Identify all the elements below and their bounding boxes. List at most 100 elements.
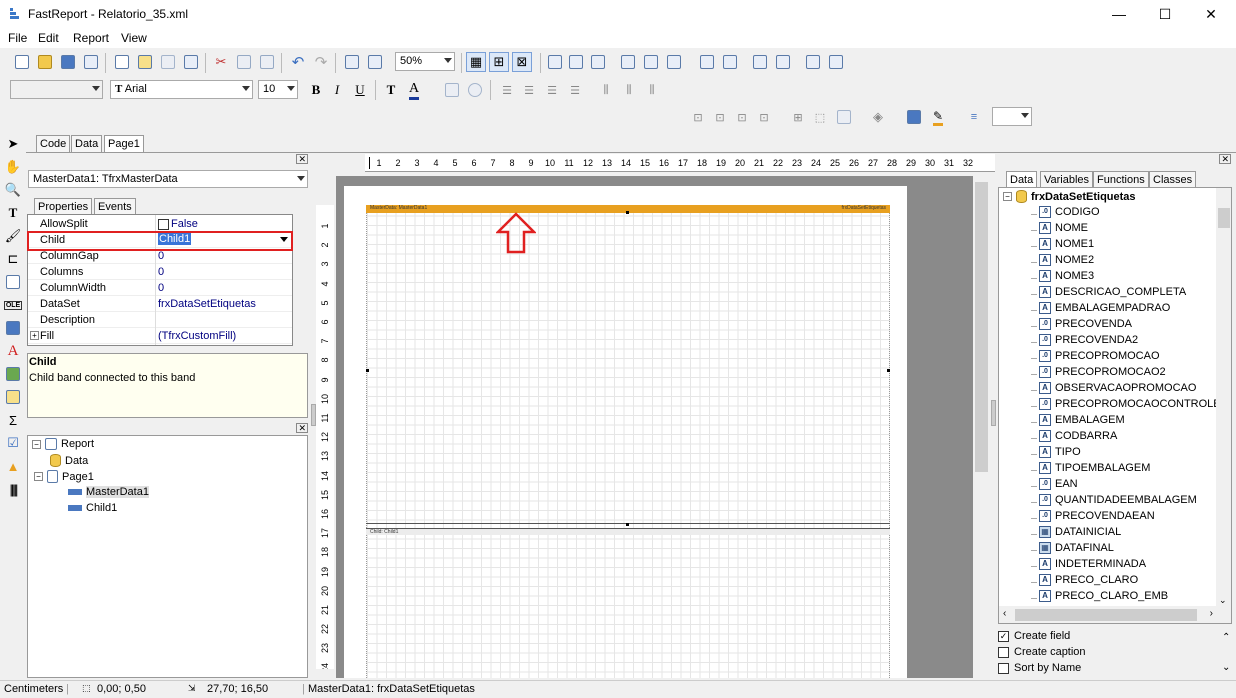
scroll-down-icon[interactable]: ⌄ xyxy=(1219,595,1227,606)
same-height-button[interactable] xyxy=(826,52,846,72)
resize-handle[interactable] xyxy=(626,523,629,526)
close-icon[interactable]: ✕ xyxy=(296,154,308,164)
frame-width-combo[interactable] xyxy=(992,107,1032,126)
field-item[interactable]: A TIPO xyxy=(1039,446,1081,458)
text-tool-button[interactable]: T xyxy=(4,204,22,222)
tab-variables[interactable]: Variables xyxy=(1040,171,1094,188)
format-painter-button[interactable]: 🖌 xyxy=(4,227,22,245)
field-item[interactable]: A PRECO_CLARO_EMB xyxy=(1039,590,1168,602)
tab-code[interactable]: Code xyxy=(36,135,71,152)
collapse-icon[interactable]: − xyxy=(32,439,41,449)
tree-item-data[interactable]: Data xyxy=(50,454,88,467)
ole-object-button[interactable]: OLE xyxy=(3,296,23,314)
new-report-button[interactable] xyxy=(12,52,32,72)
hand-tool-button[interactable]: ✋ xyxy=(4,158,22,176)
field-item[interactable]: .0 CODIGO xyxy=(1039,206,1100,218)
tree-item-report[interactable]: − Report xyxy=(32,438,94,450)
menu-file[interactable]: File xyxy=(8,31,27,45)
field-item[interactable]: .0 QUANTIDADEEMBALAGEM xyxy=(1039,494,1197,506)
tab-data[interactable]: Data xyxy=(71,135,103,152)
frame-bottom-button[interactable]: ⊡ xyxy=(710,107,730,127)
style-combo[interactable] xyxy=(10,80,103,99)
rotation-button[interactable] xyxy=(465,80,485,100)
object-selector-combo[interactable]: MasterData1: TfrxMasterData xyxy=(28,170,308,188)
chevron-up-icon[interactable]: ⌃ xyxy=(1222,632,1230,643)
undo-button[interactable]: ↶ xyxy=(288,52,308,72)
space-vert-button[interactable] xyxy=(720,52,740,72)
italic-button[interactable]: I xyxy=(327,80,347,100)
minimize-button[interactable]: — xyxy=(1096,0,1142,29)
create-caption-option[interactable]: Create caption xyxy=(998,646,1086,658)
property-scrollbar[interactable] xyxy=(293,214,308,346)
text-align-center-button[interactable]: ☰ xyxy=(519,80,539,100)
font-size-combo[interactable]: 10 xyxy=(258,80,298,99)
sort-by-name-option[interactable]: Sort by Name xyxy=(998,662,1081,674)
design-workspace[interactable]: MasterData: MasterData1 frxDataSetEtique… xyxy=(336,176,990,678)
child-band-header[interactable]: Child: Child1 xyxy=(366,528,890,535)
tree-item-page1[interactable]: − Page1 xyxy=(32,470,94,483)
scrollbar-thumb[interactable] xyxy=(1015,609,1197,621)
field-item[interactable]: A PRECO_CLARO xyxy=(1039,574,1138,586)
band-tool-button[interactable]: ⊏ xyxy=(4,250,22,268)
fill-edit-button[interactable] xyxy=(904,107,924,127)
close-button[interactable]: ✕ xyxy=(1188,0,1234,29)
field-item[interactable]: .0 EAN xyxy=(1039,478,1078,490)
highlight-button[interactable] xyxy=(442,80,462,100)
center-horz-button[interactable] xyxy=(750,52,770,72)
workspace-scrollbar[interactable] xyxy=(973,176,990,678)
text-align-right-button[interactable]: ☰ xyxy=(542,80,562,100)
field-item[interactable]: A DESCRICAO_COMPLETA xyxy=(1039,286,1186,298)
picture-button[interactable] xyxy=(4,365,22,383)
copy-button[interactable] xyxy=(234,52,254,72)
align-middle-button[interactable] xyxy=(641,52,661,72)
tree-item-child1[interactable]: Child1 xyxy=(68,502,117,514)
fit-to-grid-button[interactable]: ⊠ xyxy=(512,52,532,72)
frame-right-button[interactable]: ⊡ xyxy=(754,107,774,127)
menu-view[interactable]: View xyxy=(121,31,147,45)
field-item[interactable]: ▦ DATAINICIAL xyxy=(1039,526,1121,538)
field-item[interactable]: .0 PRECOPROMOCAOCONTROLE xyxy=(1039,398,1221,410)
field-item[interactable]: A CODBARRA xyxy=(1039,430,1117,442)
data-tree-vscrollbar[interactable]: ⌄ xyxy=(1216,188,1231,606)
barcode-button[interactable]: ||||| xyxy=(4,480,22,498)
chevron-down-icon[interactable]: ⌄ xyxy=(1222,662,1230,673)
text-justify-button[interactable]: ☰ xyxy=(565,80,585,100)
tab-classes[interactable]: Classes xyxy=(1149,171,1197,188)
fill-color-button[interactable]: ◈ xyxy=(868,107,888,127)
masterdata-band[interactable] xyxy=(366,213,890,524)
property-row-columnwidth[interactable]: ColumnWidth 0 xyxy=(28,280,292,296)
same-width-button[interactable] xyxy=(803,52,823,72)
ungroup-button[interactable] xyxy=(365,52,385,72)
show-grid-button[interactable]: ▦ xyxy=(466,52,486,72)
delete-page-button[interactable] xyxy=(158,52,178,72)
field-item[interactable]: .0 PRECOVENDAEAN xyxy=(1039,510,1155,522)
property-row-description[interactable]: Description xyxy=(28,312,292,328)
scroll-right-icon[interactable]: › xyxy=(1210,608,1213,619)
menu-edit[interactable]: Edit xyxy=(38,31,59,45)
frame-none-button[interactable]: ⬚ xyxy=(810,107,830,127)
shape-button[interactable] xyxy=(4,388,22,406)
save-button[interactable] xyxy=(58,52,78,72)
frame-edit-button[interactable] xyxy=(834,107,854,127)
field-item[interactable]: .0 PRECOVENDA xyxy=(1039,318,1132,330)
frame-color-button[interactable]: ✎ xyxy=(928,107,948,127)
tab-data-tree[interactable]: Data xyxy=(1006,171,1038,188)
field-item[interactable]: A NOME3 xyxy=(1039,270,1094,282)
text-align-left-button[interactable]: ☰ xyxy=(497,80,517,100)
align-right-button[interactable] xyxy=(588,52,608,72)
create-field-option[interactable]: ✓ Create field xyxy=(998,630,1070,642)
select-tool-button[interactable]: ➤ xyxy=(4,135,22,153)
resize-handle[interactable] xyxy=(366,369,369,372)
field-item[interactable]: .0 PRECOPROMOCAO2 xyxy=(1039,366,1166,378)
new-page-button[interactable] xyxy=(112,52,132,72)
frame-all-button[interactable]: ⊞ xyxy=(788,107,808,127)
scrollbar-thumb[interactable] xyxy=(975,182,988,472)
zoom-combo[interactable]: 50% xyxy=(395,52,455,71)
valign-bottom-button[interactable]: ⫼ xyxy=(642,80,662,100)
collapse-icon[interactable]: − xyxy=(1003,192,1012,201)
resize-handle[interactable] xyxy=(626,211,629,214)
report-page[interactable]: MasterData: MasterData1 frxDataSetEtique… xyxy=(344,186,907,678)
align-bottom-button[interactable] xyxy=(664,52,684,72)
property-row-columns[interactable]: Columns 0 xyxy=(28,264,292,280)
tree-item-masterdata1[interactable]: MasterData1 xyxy=(68,486,149,498)
